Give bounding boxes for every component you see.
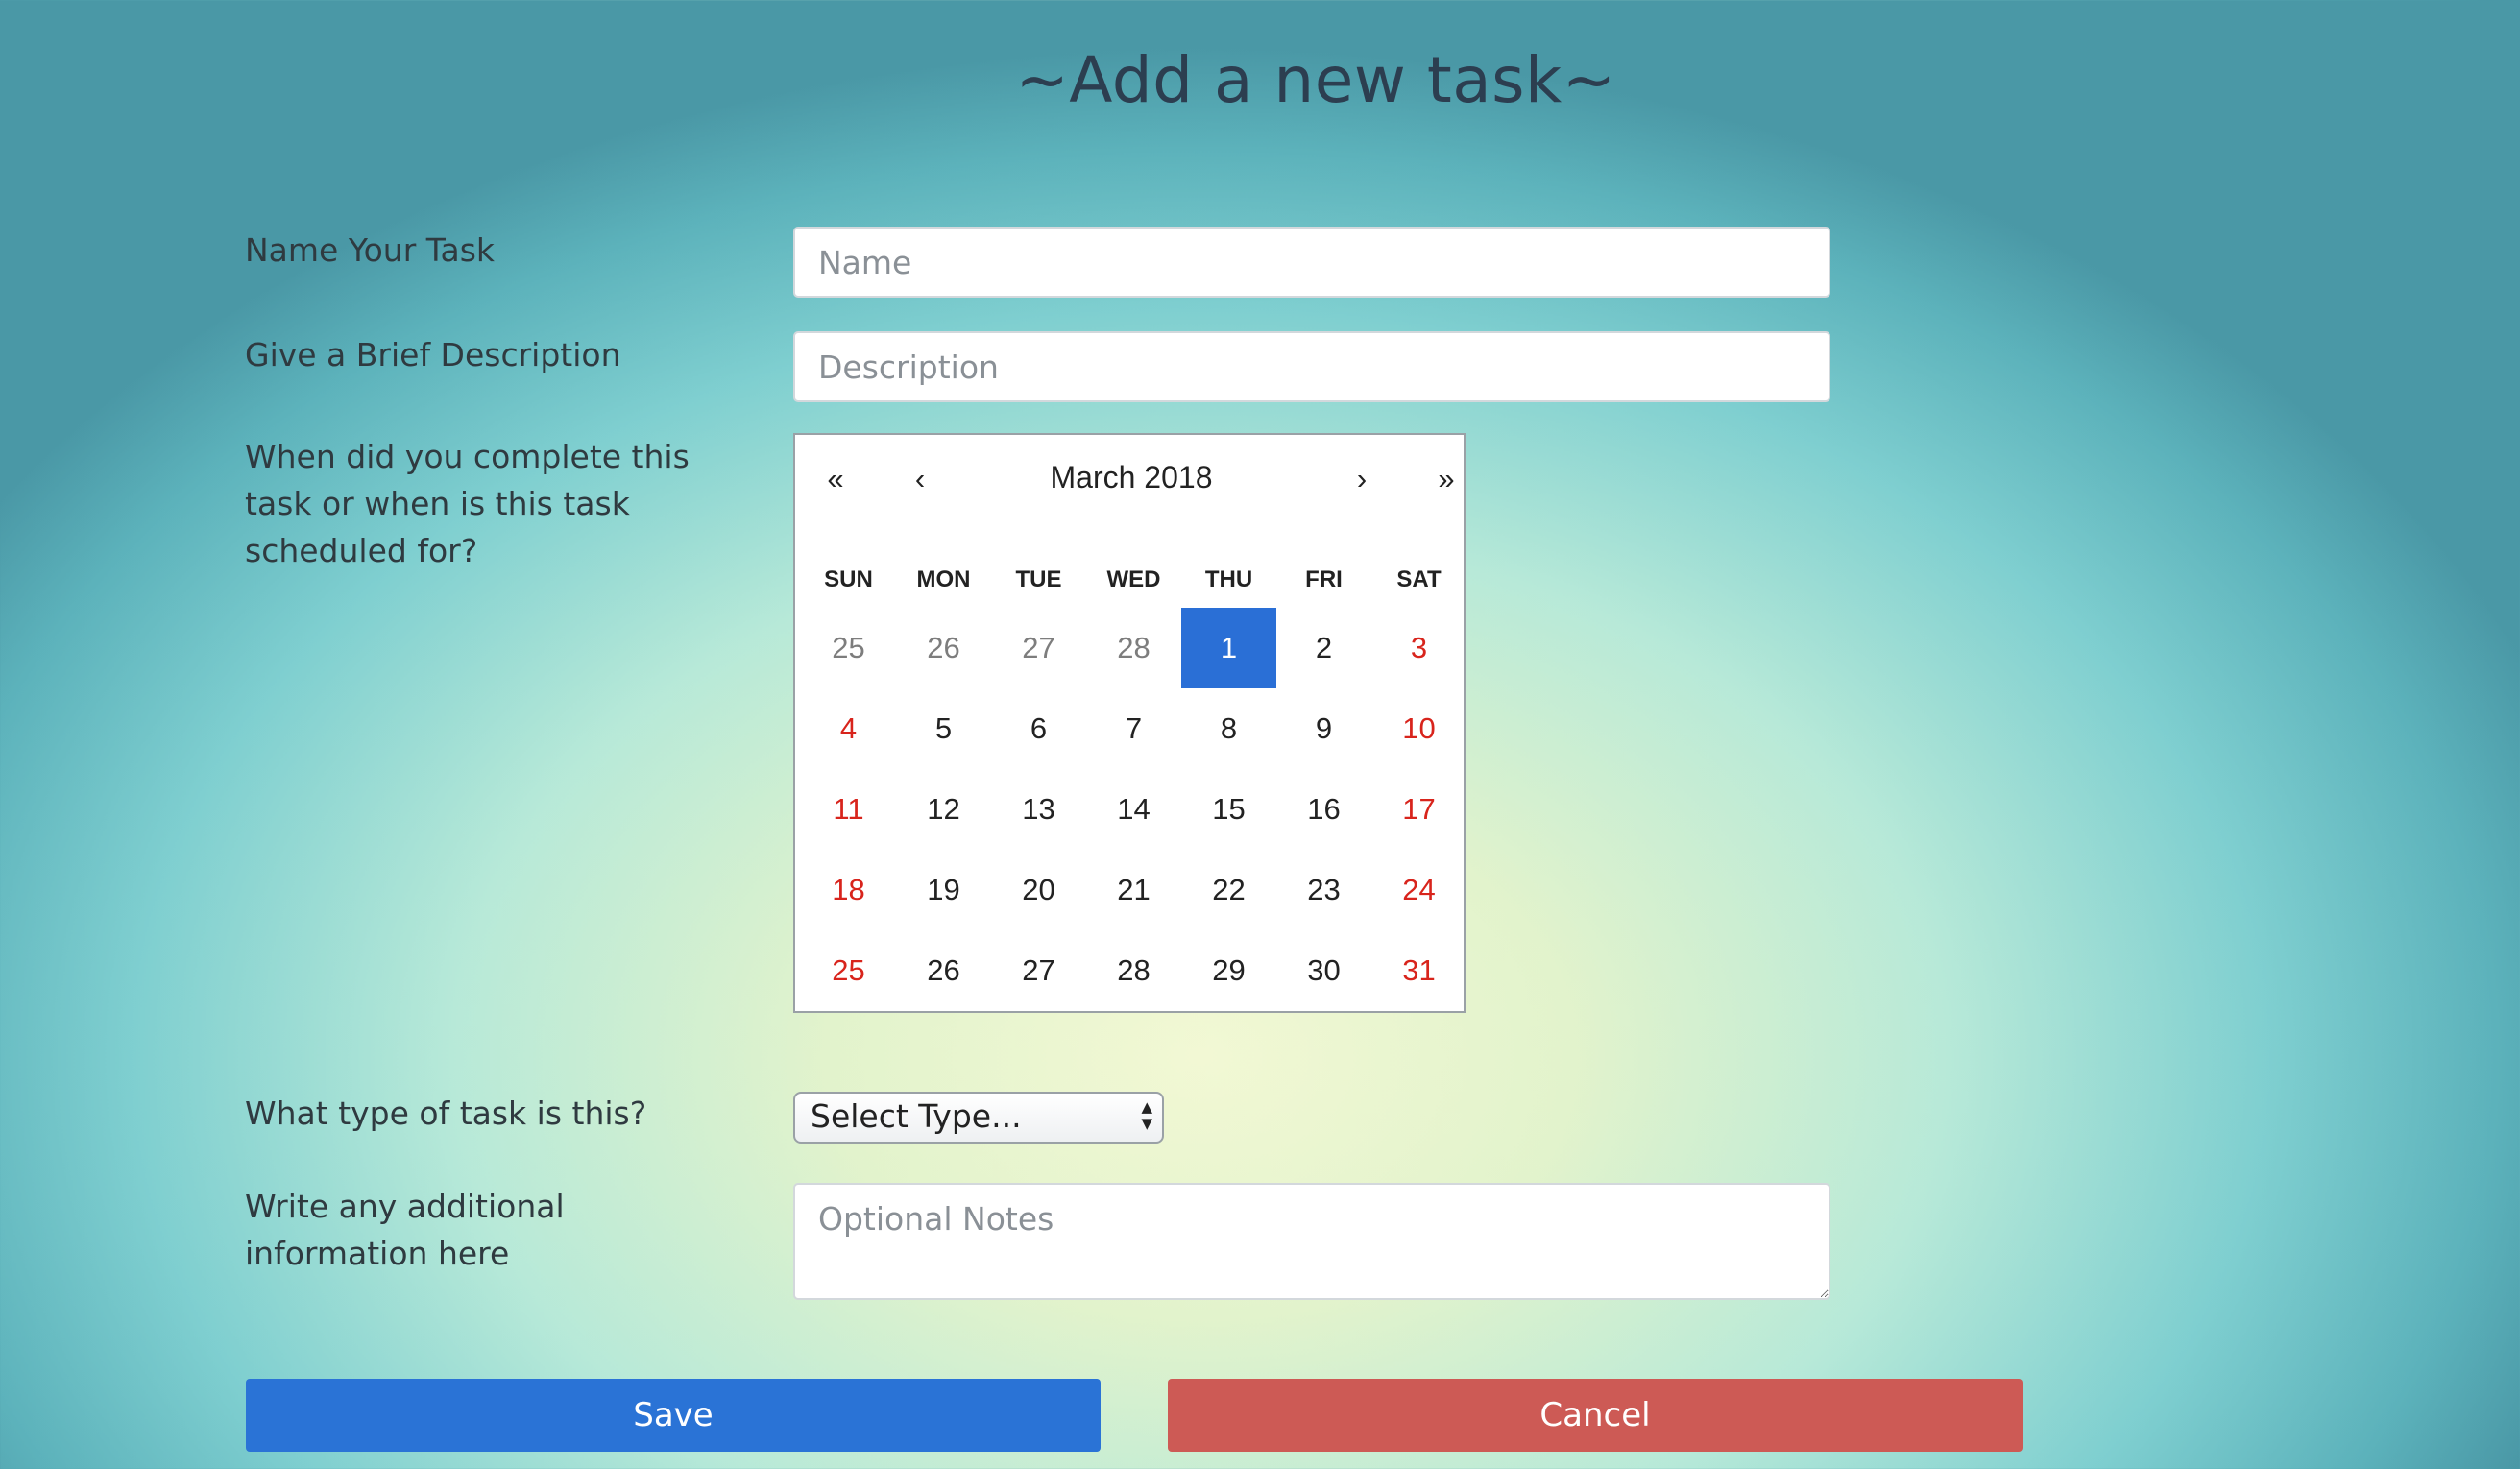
calendar-day[interactable]: 27	[991, 608, 1086, 688]
calendar-day[interactable]: 29	[1181, 930, 1276, 1011]
calendar-day[interactable]: 12	[896, 769, 991, 850]
description-input[interactable]	[793, 331, 1830, 402]
calendar-day[interactable]: 4	[801, 688, 896, 769]
calendar-day[interactable]: 24	[1371, 850, 1466, 930]
description-label: Give a Brief Description	[245, 336, 621, 373]
calendar-day-selected[interactable]: 1	[1181, 608, 1276, 688]
calendar-day[interactable]: 28	[1086, 608, 1181, 688]
prev-month-button[interactable]: ‹	[891, 462, 949, 496]
calendar-day[interactable]: 25	[801, 608, 896, 688]
page-title: ~Add a new task~	[1015, 43, 1616, 117]
calendar-day[interactable]: 26	[896, 930, 991, 1011]
calendar-month-label[interactable]: March 2018	[968, 460, 1295, 495]
prev-year-button[interactable]: «	[807, 462, 864, 496]
updown-arrows-icon: ▲ ▼	[1141, 1098, 1152, 1132]
calendar-day[interactable]: 28	[1086, 930, 1181, 1011]
calendar-day[interactable]: 31	[1371, 930, 1466, 1011]
save-button[interactable]: Save	[246, 1379, 1101, 1452]
weekday-label: MON	[916, 566, 971, 592]
cancel-button[interactable]: Cancel	[1168, 1379, 2023, 1452]
name-label: Name Your Task	[245, 231, 496, 269]
notes-label: Write any additional information here	[245, 1188, 565, 1272]
calendar-day[interactable]: 30	[1276, 930, 1371, 1011]
task-type-select[interactable]: Select Type... ▲ ▼	[793, 1092, 1164, 1144]
date-label: When did you complete this task or when …	[245, 438, 690, 569]
calendar-day[interactable]: 17	[1371, 769, 1466, 850]
calendar-day-grid: 25 26 27 28 1 2 3 4 5 6 7 8 9 10 11 12 13 14 15 16 17 18 19 20 2…	[801, 608, 1466, 1011]
calendar-day[interactable]: 8	[1181, 688, 1276, 769]
calendar-day[interactable]: 26	[896, 608, 991, 688]
calendar-day[interactable]: 18	[801, 850, 896, 930]
calendar-day[interactable]: 23	[1276, 850, 1371, 930]
calendar-day[interactable]: 5	[896, 688, 991, 769]
next-month-button[interactable]: ›	[1333, 462, 1391, 496]
calendar-day[interactable]: 7	[1086, 688, 1181, 769]
calendar-day[interactable]: 10	[1371, 688, 1466, 769]
weekday-label: FRI	[1305, 566, 1343, 592]
weekday-label: SUN	[824, 566, 873, 592]
calendar-day[interactable]: 21	[1086, 850, 1181, 930]
date-calendar: « ‹ March 2018 › » SUN MON TUE WED THU F…	[793, 433, 1466, 1013]
notes-textarea[interactable]	[793, 1183, 1830, 1300]
calendar-day[interactable]: 27	[991, 930, 1086, 1011]
calendar-day[interactable]: 6	[991, 688, 1086, 769]
calendar-day[interactable]: 14	[1086, 769, 1181, 850]
type-label: What type of task is this?	[245, 1095, 647, 1132]
calendar-day[interactable]: 9	[1276, 688, 1371, 769]
calendar-day[interactable]: 15	[1181, 769, 1276, 850]
calendar-day[interactable]: 25	[801, 930, 896, 1011]
calendar-day[interactable]: 16	[1276, 769, 1371, 850]
name-input[interactable]	[793, 227, 1830, 298]
calendar-day[interactable]: 22	[1181, 850, 1276, 930]
calendar-day[interactable]: 11	[801, 769, 896, 850]
weekday-label: THU	[1204, 566, 1253, 592]
calendar-day[interactable]: 3	[1371, 608, 1466, 688]
weekday-label: SAT	[1396, 566, 1442, 592]
calendar-day[interactable]: 2	[1276, 608, 1371, 688]
weekday-label: WED	[1106, 566, 1161, 592]
calendar-day[interactable]: 20	[991, 850, 1086, 930]
calendar-day[interactable]: 13	[991, 769, 1086, 850]
weekday-label: TUE	[1015, 566, 1062, 592]
calendar-day[interactable]: 19	[896, 850, 991, 930]
weekday-header: SUN MON TUE WED THU FRI SAT	[801, 566, 1458, 605]
task-type-selected-value: Select Type...	[811, 1097, 1022, 1135]
next-year-button[interactable]: »	[1418, 462, 1475, 496]
